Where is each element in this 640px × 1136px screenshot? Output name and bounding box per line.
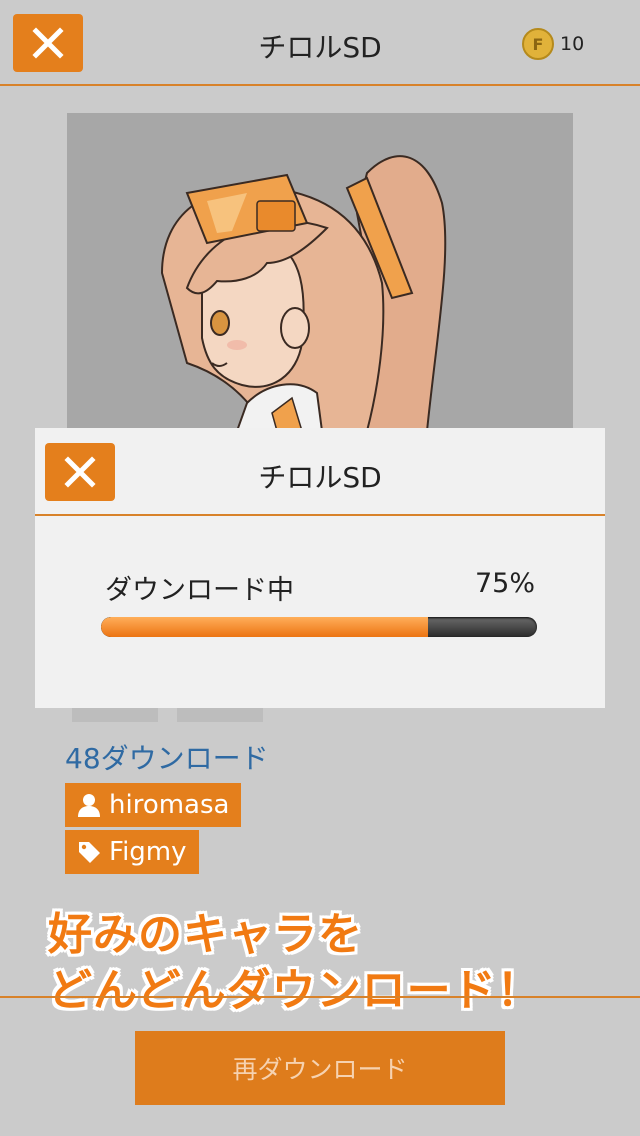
character-illustration [160,155,447,431]
promo-line-2: どんどんダウンロード！ [48,965,542,1016]
user-icon [77,793,101,817]
download-status-label: ダウンロード中 [105,575,294,606]
tag-icon [77,840,101,864]
dialog-header: チロルSD [35,428,605,516]
author-name: hiromasa [109,790,230,820]
promo-line-1: 好みのキャラを [48,909,363,960]
top-bar: チロルSD F 10 [0,0,640,86]
redownload-button[interactable]: 再ダウンロード [135,1031,505,1105]
download-dialog: チロルSD ダウンロード中 75% [35,428,605,708]
footer-divider [0,996,640,998]
download-percent: 75% [474,568,535,599]
coin-count: 10 [560,33,585,55]
download-progress-bar [101,617,537,637]
character-preview [67,113,573,431]
download-progress-fill [101,617,428,637]
author-tag[interactable]: hiromasa [65,783,242,827]
dialog-title: チロルSD [258,461,382,494]
category-tag[interactable]: Figmy [65,830,199,874]
coin-icon: F [522,28,554,60]
tag-label: Figmy [109,837,187,867]
download-count: 48ダウンロード [65,742,269,775]
